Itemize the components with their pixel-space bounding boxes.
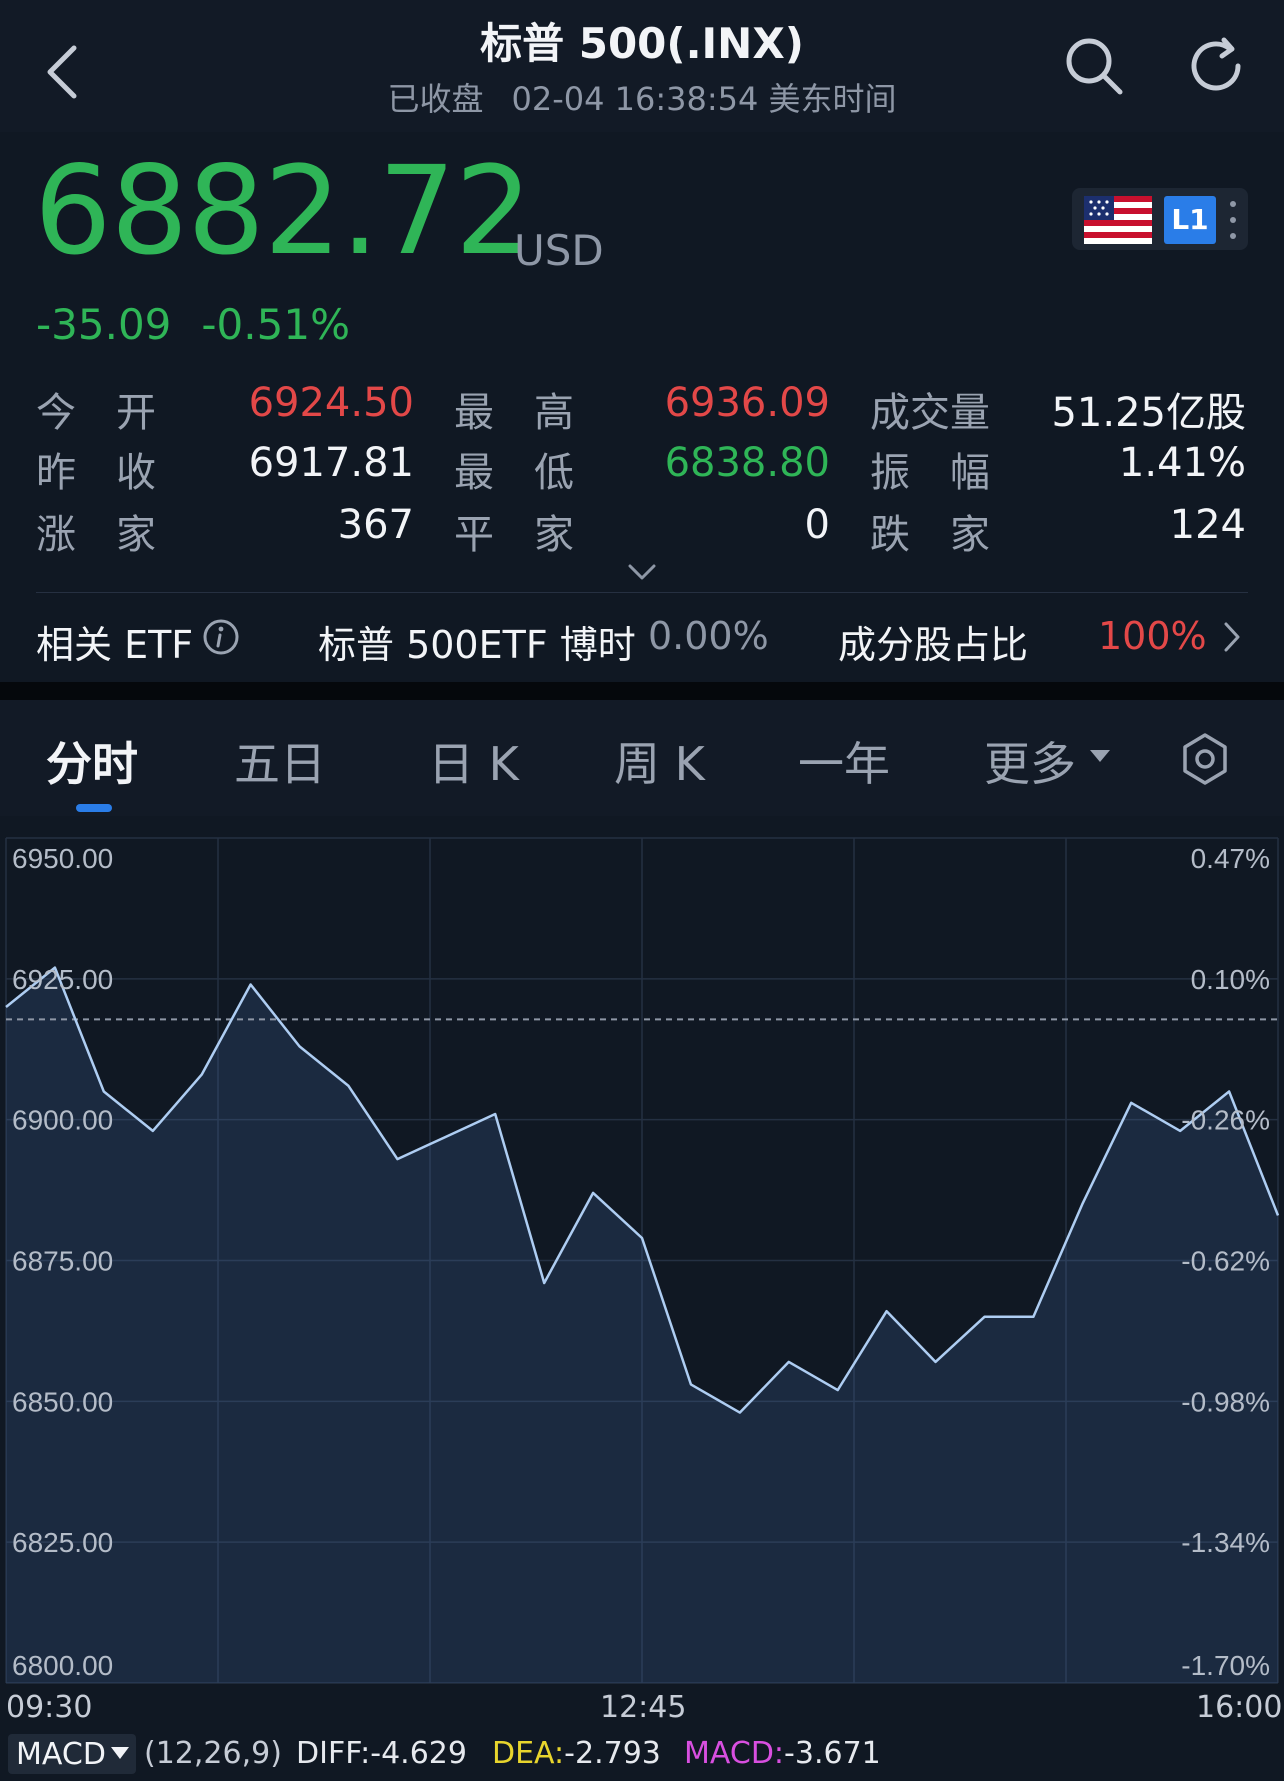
us-flag-icon xyxy=(1084,196,1152,244)
stat-label: 最 低 xyxy=(454,450,574,496)
stat-value-decliners: 124 xyxy=(1169,502,1246,548)
dropdown-arrow-icon[interactable] xyxy=(1088,748,1112,764)
market-status-text: 已收盘 xyxy=(387,80,484,118)
tab-more[interactable]: 更多 xyxy=(984,728,1076,794)
tab-five-day[interactable]: 五日 xyxy=(234,728,326,794)
constituent-weight-label: 成分股占比 xyxy=(838,623,1029,667)
x-tick-label: 09:30 xyxy=(6,1690,93,1725)
macd-value-label: MACD: xyxy=(684,1736,785,1771)
stat-value-high: 6936.09 xyxy=(664,380,830,426)
tab-weekly-k[interactable]: 周 K xyxy=(614,728,705,794)
y-tick-label-pct: -0.98% xyxy=(1181,1386,1270,1417)
active-tab-indicator xyxy=(76,804,112,812)
macd-dea-label: DEA: xyxy=(492,1736,565,1771)
level-badge: L1 xyxy=(1164,196,1216,244)
y-tick-label-pct: -1.70% xyxy=(1181,1650,1270,1681)
stat-value-low: 6838.80 xyxy=(664,440,830,486)
stat-value-advancers: 367 xyxy=(337,502,414,548)
macd-value: MACD:-3.671 xyxy=(684,1736,881,1771)
stat-label: 今 开 xyxy=(36,390,156,436)
y-tick-label-pct: -0.62% xyxy=(1181,1246,1270,1277)
time-axis: 09:30 12:45 16:00 xyxy=(0,1690,1284,1730)
y-tick-label: 6925.00 xyxy=(12,964,113,995)
price-change: -35.09 -0.51% xyxy=(36,300,380,349)
macd-readout: (12,26,9) DIFF:-4.629 DEA:-2.793 MACD:-3… xyxy=(0,1732,1284,1781)
info-icon[interactable] xyxy=(202,618,240,656)
y-tick-label: 6875.00 xyxy=(12,1246,113,1277)
macd-params: (12,26,9) xyxy=(144,1736,282,1771)
y-tick-label-pct: -1.34% xyxy=(1181,1527,1270,1558)
quote-datetime: 02-04 16:38:54 美东时间 xyxy=(511,80,897,118)
stat-label: 跌 家 xyxy=(870,512,990,558)
etf-name[interactable]: 标普 500ETF 博时 xyxy=(318,614,636,669)
y-tick-label-pct: -0.26% xyxy=(1181,1105,1270,1136)
stat-value-volume: 51.25亿股 xyxy=(1051,390,1246,436)
tab-one-year[interactable]: 一年 xyxy=(798,728,890,794)
stat-label: 涨 家 xyxy=(36,512,156,558)
macd-dea-value: -2.793 xyxy=(564,1736,661,1771)
stat-label: 平 家 xyxy=(454,512,574,558)
macd-diff-label: DIFF: xyxy=(296,1736,371,1771)
macd-value-number: -3.671 xyxy=(784,1736,881,1771)
y-tick-label: 6950.00 xyxy=(12,843,113,874)
change-amount: -35.09 xyxy=(36,300,172,349)
kebab-icon[interactable] xyxy=(1226,194,1240,246)
stat-label: 昨 收 xyxy=(36,450,156,496)
currency-label: USD xyxy=(514,226,604,275)
stat-label: 振 幅 xyxy=(870,450,990,496)
chevron-right-icon[interactable] xyxy=(1222,620,1242,654)
last-price: 6882.72 xyxy=(34,140,533,282)
search-icon[interactable] xyxy=(1062,34,1126,98)
stat-value-open: 6924.50 xyxy=(248,380,414,426)
y-tick-label: 6850.00 xyxy=(12,1386,113,1417)
y-tick-label: 6825.00 xyxy=(12,1527,113,1558)
section-separator xyxy=(0,682,1284,700)
stat-value-unchanged: 0 xyxy=(804,502,830,548)
related-etf-label: 相关 ETF xyxy=(36,623,194,667)
macd-diff-value: -4.629 xyxy=(370,1736,467,1771)
chevron-down-icon[interactable] xyxy=(626,562,658,582)
tab-daily-k[interactable]: 日 K xyxy=(428,728,519,794)
stat-value-amplitude: 1.41% xyxy=(1118,440,1246,486)
stat-label: 最 高 xyxy=(454,390,574,436)
settings-icon[interactable] xyxy=(1180,732,1230,786)
constituent-weight-value: 100% xyxy=(1098,614,1207,658)
y-tick-label: 6900.00 xyxy=(12,1105,113,1136)
x-tick-label: 12:45 xyxy=(600,1690,687,1725)
x-tick-label: 16:00 xyxy=(1196,1690,1283,1725)
y-tick-label-pct: 0.47% xyxy=(1191,843,1270,874)
macd-dea: DEA:-2.793 xyxy=(492,1736,661,1771)
y-tick-label: 6800.00 xyxy=(12,1650,113,1681)
refresh-icon[interactable] xyxy=(1184,34,1248,98)
stat-value-prev-close: 6917.81 xyxy=(248,440,414,486)
tab-intraday[interactable]: 分时 xyxy=(46,728,138,794)
macd-diff: DIFF:-4.629 xyxy=(296,1736,467,1771)
etf-change: 0.00% xyxy=(648,614,769,658)
intraday-chart[interactable]: 6950.00 6925.00 6900.00 6875.00 6850.00 6825.… xyxy=(0,818,1284,1688)
divider xyxy=(36,592,1248,593)
stat-label: 成交量 xyxy=(870,390,990,436)
y-tick-label-pct: 0.10% xyxy=(1191,964,1270,995)
change-percent: -0.51% xyxy=(201,300,350,349)
